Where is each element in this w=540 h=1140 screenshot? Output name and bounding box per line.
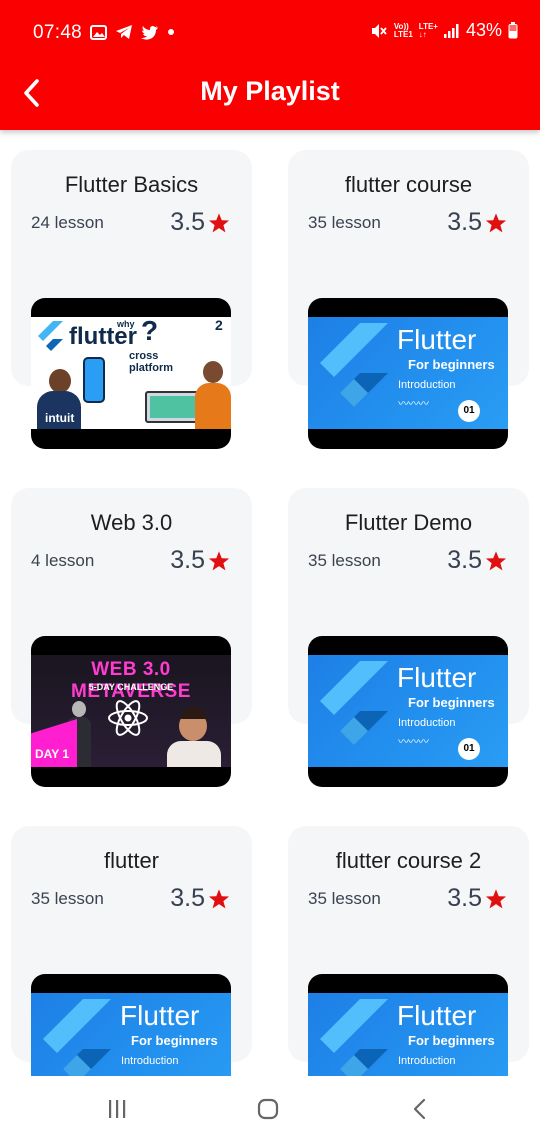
presenter-right-image	[195, 361, 231, 429]
rating-value: 3.5	[447, 884, 482, 912]
status-time: 07:48	[33, 22, 83, 43]
flutter-logo-icon	[38, 321, 63, 351]
playlist-card[interactable]: flutter course 35 lesson 3.5 Flutter For…	[288, 150, 529, 456]
notification-icons	[90, 24, 175, 40]
recents-button[interactable]	[102, 1096, 132, 1122]
lesson-count: 4 lesson	[31, 551, 95, 570]
rating: 3.5	[447, 546, 507, 575]
back-icon	[413, 1098, 426, 1120]
presenter-image	[161, 707, 223, 767]
thumb-sub: For beginners	[408, 695, 495, 710]
status-right: Vo)) LTE1 LTE+ ↓↑ 43%	[370, 20, 518, 41]
brand-text: intuit	[45, 411, 75, 425]
app-header: 07:48 Vo)) LTE1 LTE+ ↓↑ 43% My Playlist	[0, 0, 540, 130]
page-title: My Playlist	[200, 76, 340, 106]
thumb-sub: For beginners	[131, 1033, 218, 1048]
status-bar: 07:48 Vo)) LTE1 LTE+ ↓↑ 43%	[0, 0, 540, 68]
thumb-main: Flutter	[120, 1000, 200, 1031]
star-icon	[208, 888, 230, 908]
day-label: DAY 1	[35, 747, 70, 761]
lesson-count: 35 lesson	[308, 889, 381, 908]
flutter-logo-icon	[320, 323, 388, 407]
thumb-main: flutter	[69, 323, 137, 350]
playlist-title: Web 3.0	[90, 510, 173, 535]
playlist-card[interactable]: Flutter Demo 35 lesson 3.5 Flutter For b…	[288, 488, 529, 794]
battery-percent: 43%	[465, 20, 502, 40]
rating-value: 3.5	[170, 208, 205, 236]
playlist-thumbnail[interactable]: Flutter For beginners Introduction 〰〰〰 0…	[308, 636, 508, 787]
rating: 3.5	[447, 884, 507, 913]
thumb-sub: cross platform	[129, 350, 173, 374]
signal-icon	[443, 23, 459, 38]
lte-indicator: LTE+ ↓↑	[418, 21, 438, 39]
home-icon	[257, 1098, 279, 1120]
twitter-icon	[141, 25, 158, 40]
app-bar: My Playlist	[0, 68, 540, 120]
playlist-thumbnail[interactable]: Flutter For beginners Introduction 〰〰〰 0…	[31, 974, 231, 1076]
thumb-sub: 5-DAY CHALLENGE	[88, 682, 174, 692]
playlist-thumbnail[interactable]: WEB 3.0 METAVERSE 5-DAY CHALLENGE DAY 1	[31, 636, 231, 787]
thumb-intro: Introduction	[398, 717, 456, 729]
star-icon	[208, 550, 230, 570]
thumb-number: 2	[215, 317, 223, 333]
thumb-question: ?	[141, 317, 159, 346]
lesson-count: 24 lesson	[31, 213, 104, 232]
star-icon	[485, 888, 507, 908]
playlist-title: flutter course 2	[335, 848, 482, 873]
rating: 3.5	[170, 546, 230, 575]
playlist-grid: Flutter Basics 24 lesson 3.5 why flutter…	[0, 130, 540, 1076]
thumb-number: 01	[458, 400, 480, 422]
volte-indicator: Vo)) LTE1	[393, 21, 413, 39]
playlist-card[interactable]: Flutter Basics 24 lesson 3.5 why flutter…	[11, 150, 252, 456]
playlist-title: flutter course	[344, 172, 473, 197]
playlist-thumbnail[interactable]: why flutter ? 2 cross platform intuit	[31, 298, 231, 449]
mute-icon	[371, 23, 387, 38]
star-icon	[485, 550, 507, 570]
playlist-thumbnail[interactable]: Flutter For beginners Introduction 〰〰〰 0…	[308, 974, 508, 1076]
rating-value: 3.5	[447, 208, 482, 236]
playlist-title: flutter	[103, 848, 160, 873]
thumb-main: Flutter	[397, 324, 477, 355]
playlist-title: Flutter Demo	[344, 510, 473, 535]
star-icon	[485, 212, 507, 232]
rating: 3.5	[170, 208, 230, 237]
flutter-logo-icon	[43, 999, 111, 1076]
home-button[interactable]	[253, 1096, 283, 1122]
flutter-logo-icon	[320, 661, 388, 745]
phone-image	[83, 357, 105, 403]
lesson-count: 35 lesson	[308, 551, 381, 570]
playlist-card[interactable]: flutter course 2 35 lesson 3.5 Flutter F…	[288, 826, 529, 1076]
thumb-sub: For beginners	[408, 1033, 495, 1048]
wave-icon: 〰〰〰	[398, 736, 429, 748]
rating-value: 3.5	[447, 546, 482, 574]
lesson-count: 35 lesson	[31, 889, 104, 908]
star-icon	[208, 212, 230, 232]
thumb-sub: For beginners	[408, 357, 495, 372]
playlist-thumbnail[interactable]: Flutter For beginners Introduction 〰〰〰 0…	[308, 298, 508, 449]
thumb-number: 01	[458, 738, 480, 760]
react-logo-icon	[108, 700, 148, 736]
thumb-main: Flutter	[397, 662, 477, 693]
lesson-count: 35 lesson	[308, 213, 381, 232]
gallery-icon	[90, 24, 107, 40]
playlist-card[interactable]: flutter 35 lesson 3.5 Flutter For beginn…	[11, 826, 252, 1076]
battery-icon	[508, 22, 518, 39]
system-back-button[interactable]	[404, 1096, 434, 1122]
rating-value: 3.5	[170, 546, 205, 574]
telegram-icon	[116, 25, 132, 39]
rating-value: 3.5	[170, 884, 205, 912]
rating: 3.5	[447, 208, 507, 237]
thumb-intro: Introduction	[398, 379, 456, 391]
thumb-intro: Introduction	[121, 1055, 179, 1067]
rating: 3.5	[170, 884, 230, 913]
wave-icon: 〰〰〰	[398, 398, 429, 410]
thumb-intro: Introduction	[398, 1055, 456, 1067]
thumb-main: Flutter	[397, 1000, 477, 1031]
playlist-title: Flutter Basics	[64, 172, 199, 197]
dot-icon	[168, 29, 174, 35]
recents-icon	[109, 1100, 126, 1118]
system-nav-bar	[0, 1076, 540, 1140]
playlist-card[interactable]: Web 3.0 4 lesson 3.5 WEB 3.0 METAVERSE 5…	[11, 488, 252, 794]
flutter-logo-icon	[320, 999, 388, 1076]
